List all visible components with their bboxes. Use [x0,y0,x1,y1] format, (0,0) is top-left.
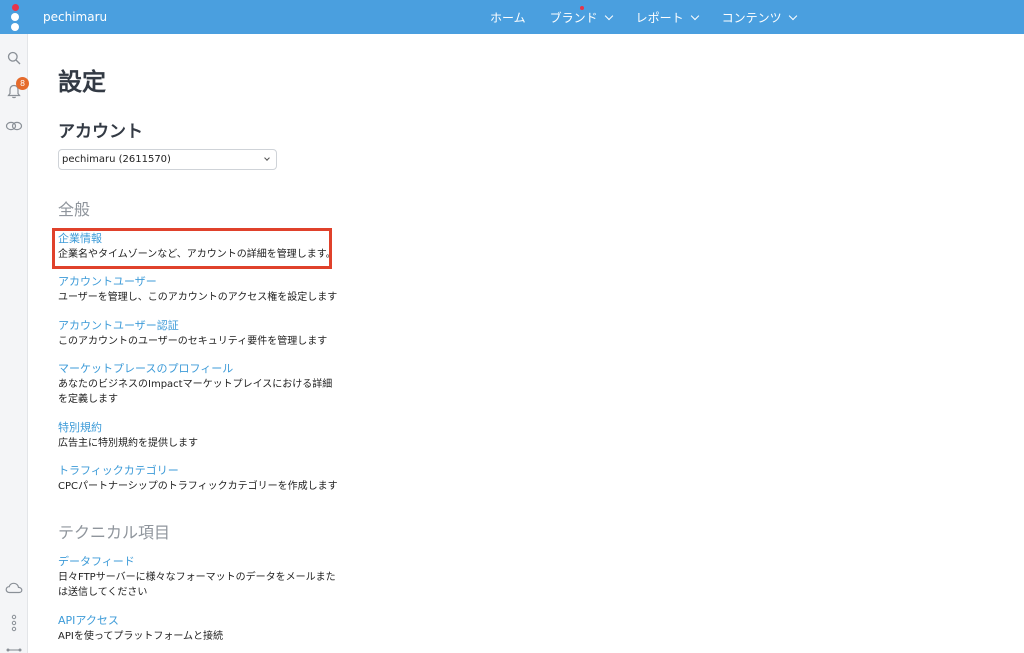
logo-dot [11,12,19,21]
list-item: データフィード 日々FTPサーバーに様々なフォーマットのデータをメールまたは送信… [58,555,338,600]
technical-heading: テクニカル項目 [58,523,171,542]
marketplace-profile-desc: あなたのビジネスのImpactマーケットプレイスにおける詳細を定義します [58,379,333,405]
cloud-icon[interactable] [0,582,28,594]
user-auth-link[interactable]: アカウントユーザー認証 [58,319,338,333]
nav-report[interactable]: レポート [635,9,699,26]
more-icon[interactable] [0,614,28,632]
special-terms-desc: 広告主に特別規約を提供します [58,438,198,449]
account-select-value: pechimaru (2611570) [62,154,171,165]
list-item: アカウントユーザー ユーザーを管理し、このアカウントのアクセス権を設定します [58,275,338,305]
chevron-down-icon [788,11,797,20]
general-heading: 全般 [58,200,91,219]
account-users-desc: ユーザーを管理し、このアカウントのアクセス権を設定します [58,292,338,303]
top-navigation-bar: pechimaru ホーム ブランド レポート コンテンツ [0,0,1024,34]
nav-brand[interactable]: ブランド [549,5,613,26]
nav-report-label: レポート [635,10,684,25]
search-icon[interactable] [0,51,28,65]
nav-home[interactable]: ホーム [490,9,526,26]
logo-dot [11,3,19,11]
data-feed-link[interactable]: データフィード [58,555,338,569]
api-access-link[interactable]: APIアクセス [58,614,338,628]
list-item: APIアクセス APIを使ってプラットフォームと接続 [58,614,338,644]
chevron-down-icon [604,11,613,20]
api-access-desc: APIを使ってプラットフォームと接続 [58,631,224,642]
account-select[interactable]: pechimaru (2611570) [58,149,277,170]
notification-dot [579,5,584,10]
bell-icon[interactable]: 8 [0,77,29,99]
list-item: マーケットプレースのプロフィール あなたのビジネスのImpactマーケットプレイ… [58,362,338,407]
page-title: 設定 [58,68,106,96]
marketplace-profile-link[interactable]: マーケットプレースのプロフィール [58,362,338,376]
nav-content-label: コンテンツ [721,10,782,25]
account-heading: アカウント [58,122,143,142]
link-icon[interactable] [0,121,28,131]
logo-dot [11,22,19,31]
chevron-down-icon [690,11,699,20]
list-item: 特別規約 広告主に特別規約を提供します [58,421,338,451]
traffic-category-link[interactable]: トラフィックカテゴリー [58,464,338,478]
nav-content[interactable]: コンテンツ [721,9,797,26]
traffic-category-desc: CPCパートナーシップのトラフィックカテゴリーを作成します [58,481,338,492]
user-auth-desc: このアカウントのユーザーのセキュリティ要件を管理します [58,336,328,347]
list-item: トラフィックカテゴリー CPCパートナーシップのトラフィックカテゴリーを作成しま… [58,464,338,494]
chevron-down-icon [264,155,270,161]
share-icon[interactable] [0,644,28,653]
nav-home-label: ホーム [490,10,526,25]
special-terms-link[interactable]: 特別規約 [58,421,338,435]
app-logo[interactable] [0,0,30,34]
account-users-link[interactable]: アカウントユーザー [58,275,338,289]
highlight-box [52,228,332,269]
left-sidebar: 8 [0,34,29,653]
list-item: アカウントユーザー認証 このアカウントのユーザーのセキュリティ要件を管理します [58,319,338,349]
data-feed-desc: 日々FTPサーバーに様々なフォーマットのデータをメールまたは送信してください [58,572,336,598]
notification-badge: 8 [16,77,29,90]
account-name[interactable]: pechimaru [43,10,107,24]
nav-brand-label: ブランド [549,10,598,25]
main-nav: ホーム ブランド レポート コンテンツ [490,0,820,34]
